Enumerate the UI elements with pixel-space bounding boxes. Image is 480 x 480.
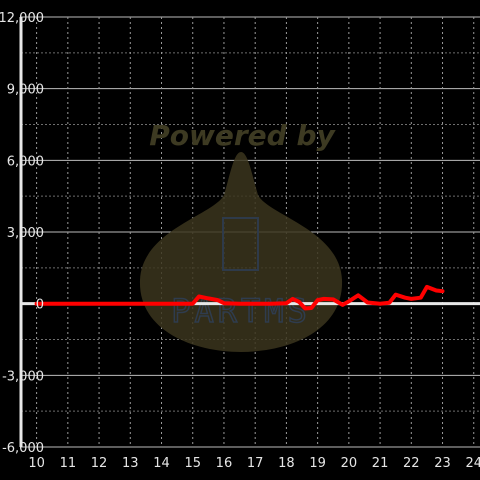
x-tick-label: 21 [372,456,389,471]
y-tick-label: 3,000 [7,226,44,241]
x-tick-label: 10 [28,456,45,471]
x-tick-label: 14 [153,456,170,471]
x-tick-label: 12 [91,456,108,471]
y-tick-label: 0 [36,298,44,313]
x-tick-label: 11 [60,456,77,471]
x-tick-label: 18 [278,456,295,471]
x-tick-label: 24 [465,456,480,471]
x-tick-label: 13 [122,456,139,471]
x-tick-label: 23 [434,456,451,471]
y-tick-label: 9,000 [7,83,44,98]
x-tick-label: 16 [216,456,233,471]
y-tick-label: -6,000 [2,441,44,456]
powered-by-watermark: Powered by PARTMS [139,119,343,352]
x-tick-label: 15 [184,456,201,471]
y-tick-label: -3,000 [2,369,44,384]
y-tick-label: 12,000 [0,11,44,26]
line-chart: Powered by PARTMS 12,000 9,000 6,000 3,000 0… [0,0,480,480]
watermark-text: Powered by [149,119,336,152]
y-tick-label: 6,000 [7,154,44,169]
x-tick-label: 22 [403,456,420,471]
x-tick-label: 20 [341,456,358,471]
x-tick-label: 17 [247,456,264,471]
watermark-subtext: PARTMS [171,292,311,330]
x-tick-label: 19 [309,456,326,471]
